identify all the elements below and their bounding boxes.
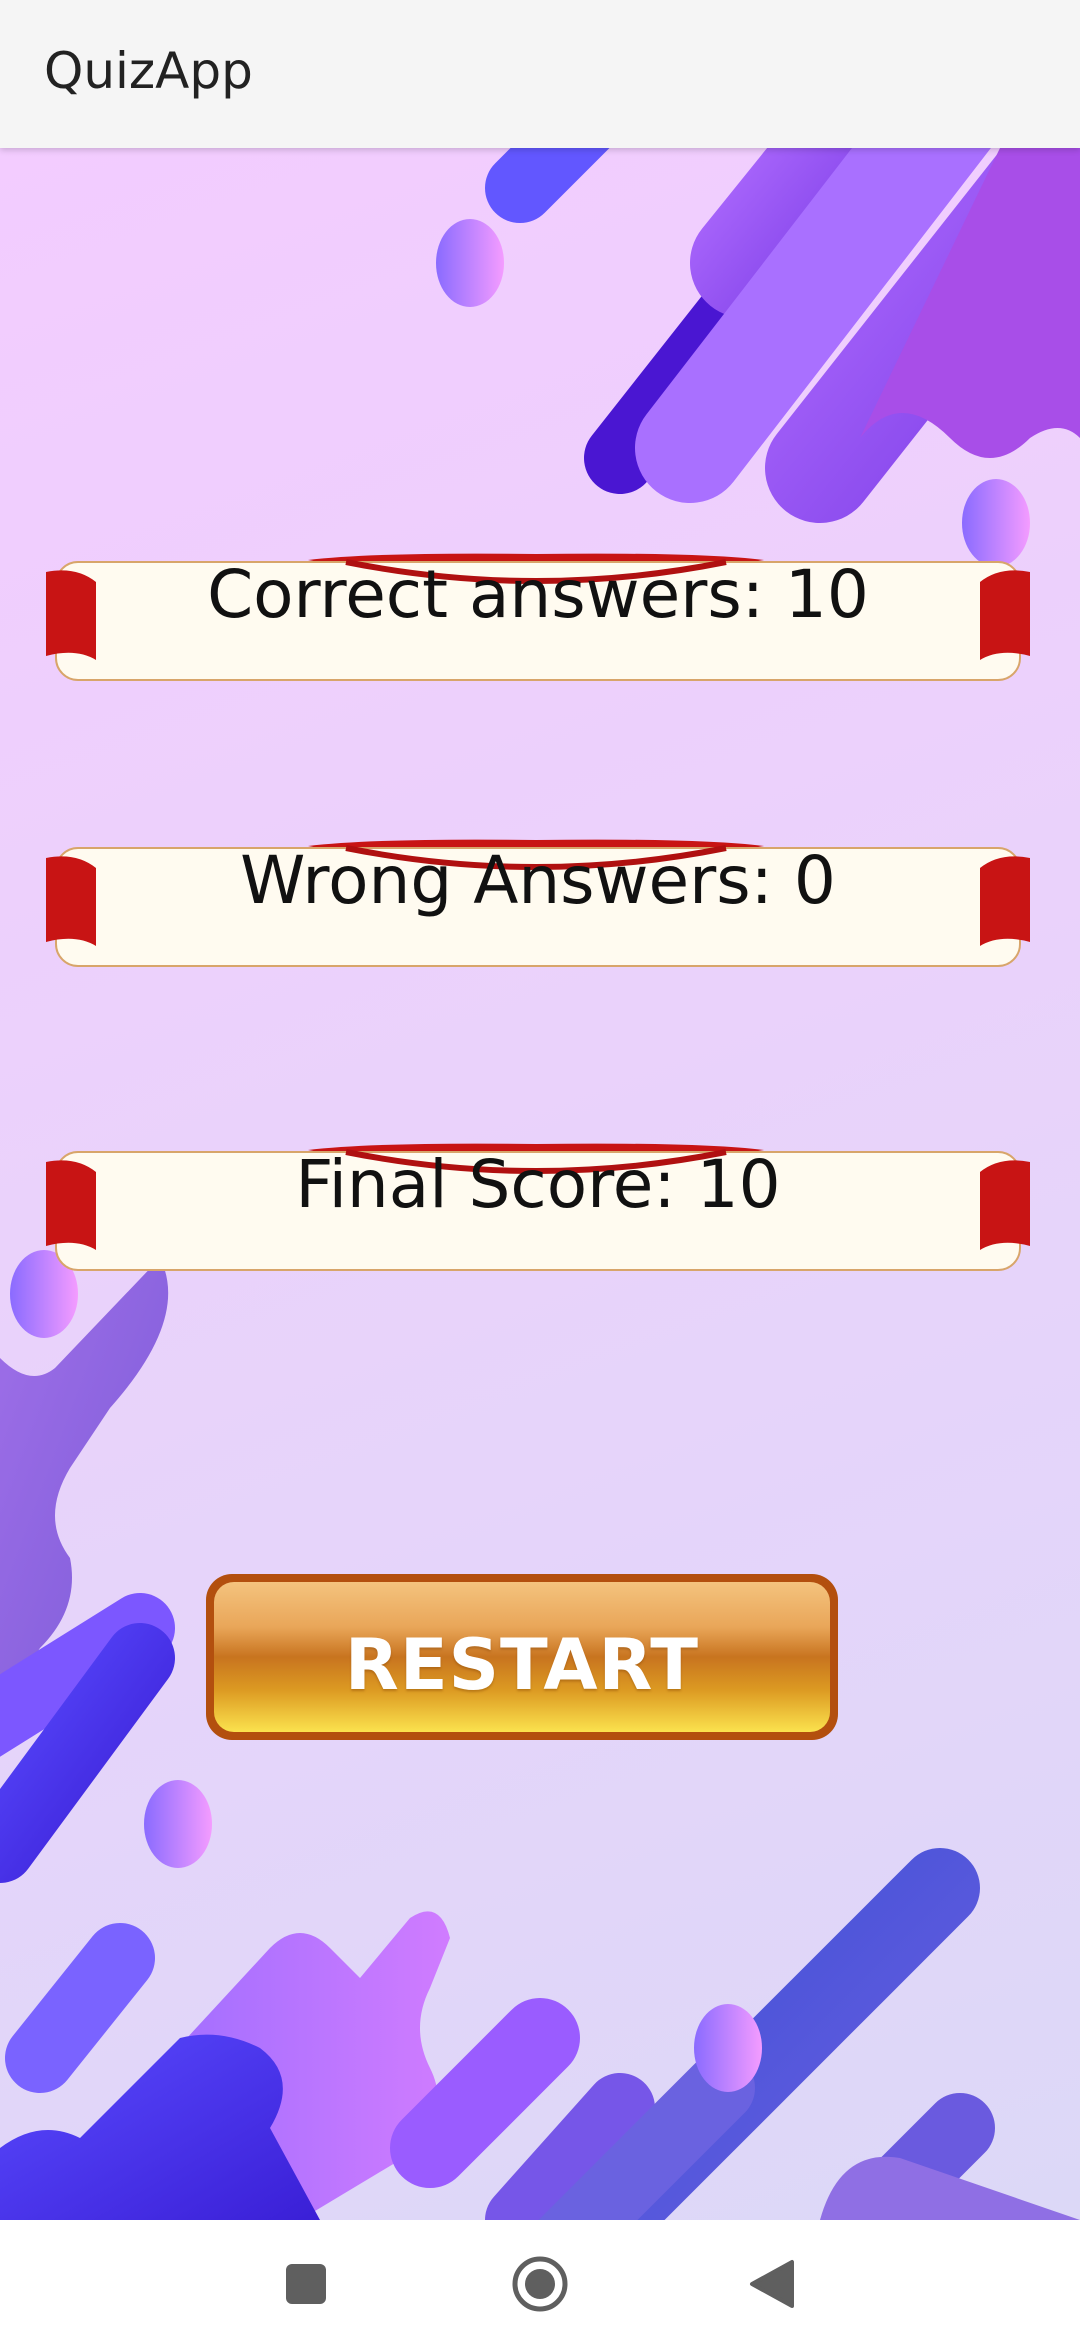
restart-button-label: RESTART [344,1624,700,1706]
back-button[interactable] [734,2244,814,2324]
restart-button[interactable]: RESTART [206,1574,838,1740]
correct-answers-label: Correct answers: 10 [207,556,869,633]
final-score-banner: Final Score: 10 [46,1142,1030,1274]
wrong-answers-banner: Wrong Answers: 0 [46,838,1030,970]
home-button[interactable] [500,2244,580,2324]
app-bar: QuizApp [0,0,1080,148]
triangle-back-icon [750,2260,794,2308]
square-icon [286,2264,326,2304]
restart-button-face: RESTART [214,1582,830,1732]
system-navigation-bar [0,2220,1080,2350]
recents-button[interactable] [266,2244,346,2324]
quiz-result-screen: QuizApp Correct answers: 10 Wrong Answer… [0,0,1080,2350]
circle-icon [512,2256,568,2312]
correct-answers-banner: Correct answers: 10 [46,552,1030,684]
app-title: QuizApp [44,42,253,100]
final-score-label: Final Score: 10 [295,1146,781,1223]
wrong-answers-label: Wrong Answers: 0 [240,842,836,919]
